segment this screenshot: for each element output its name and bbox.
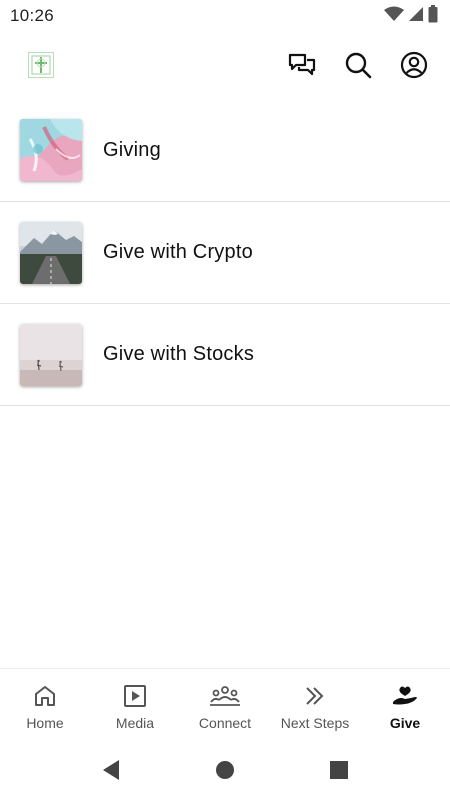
nav-item-media[interactable]: Media	[90, 669, 180, 740]
app-actions	[288, 51, 428, 79]
thumbnail-mountain-road	[20, 221, 82, 284]
thumbnail-misty-beach	[20, 323, 82, 386]
back-button[interactable]	[54, 759, 168, 781]
nav-label: Connect	[198, 715, 252, 731]
list-item-label: Giving	[103, 138, 161, 161]
home-icon	[33, 683, 57, 709]
group-icon	[209, 683, 241, 709]
list-item-label: Give with Crypto	[103, 241, 253, 263]
app-bar	[0, 32, 450, 98]
status-bar: 10:26	[0, 0, 450, 32]
screen: 10:26 Giving Give with Crypto Give with …	[0, 0, 450, 800]
nav-label: Home	[26, 715, 64, 731]
bottom-nav: Home Media Connect Next Steps Give	[0, 668, 450, 740]
list-item-giving[interactable]: Giving	[0, 99, 450, 202]
play-icon	[123, 683, 147, 709]
battery-icon	[428, 4, 438, 28]
nav-label: Give	[389, 715, 421, 731]
double-chevron-icon	[303, 683, 327, 709]
nav-item-next-steps[interactable]: Next Steps	[270, 669, 360, 740]
wifi-icon	[384, 6, 404, 27]
nav-label: Next Steps	[280, 715, 350, 731]
recents-button[interactable]	[282, 760, 396, 780]
home-button[interactable]	[168, 760, 282, 780]
nav-label: Media	[115, 715, 155, 731]
nav-item-home[interactable]: Home	[0, 669, 90, 740]
hand-heart-icon	[391, 683, 419, 709]
signal-icon	[408, 6, 424, 27]
nav-item-give[interactable]: Give	[360, 669, 450, 740]
search-icon[interactable]	[344, 51, 372, 79]
status-time: 10:26	[10, 6, 55, 25]
give-options-list: Giving Give with Crypto Give with Stocks	[0, 99, 450, 406]
nav-item-connect[interactable]: Connect	[180, 669, 270, 740]
messages-icon[interactable]	[288, 51, 316, 79]
list-item-give-with-stocks[interactable]: Give with Stocks	[0, 304, 450, 406]
thumbnail-abstract-art	[20, 119, 82, 181]
list-item-label: Give with Stocks	[103, 343, 255, 365]
system-nav	[0, 740, 450, 800]
account-icon[interactable]	[400, 51, 428, 79]
status-icons	[384, 4, 438, 28]
list-item-give-with-crypto[interactable]: Give with Crypto	[0, 202, 450, 304]
cross-logo-icon[interactable]	[28, 52, 54, 78]
